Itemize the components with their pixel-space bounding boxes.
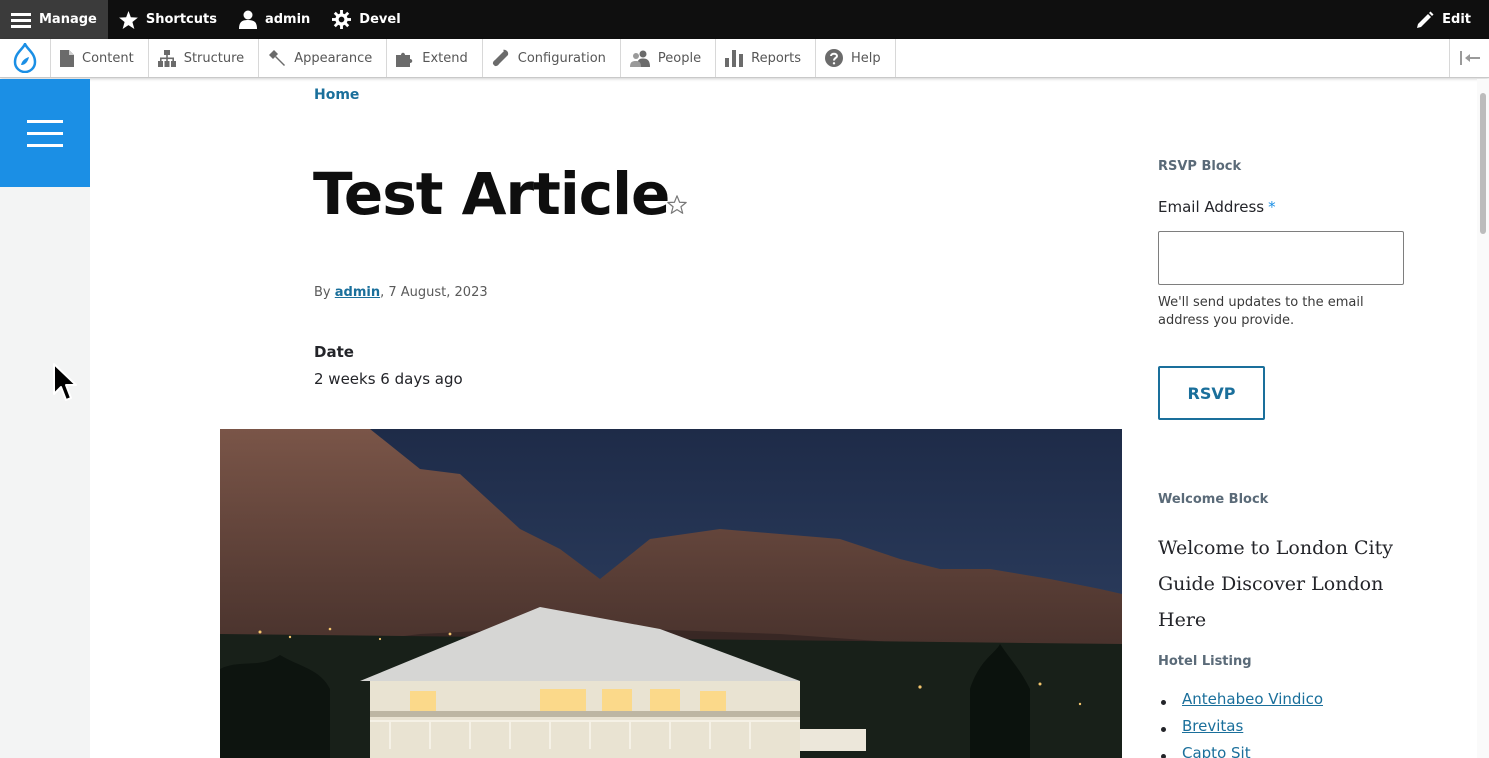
tray-item-label: Configuration — [517, 50, 606, 66]
drupal-drop-icon — [13, 43, 37, 73]
devel-button[interactable]: Devel — [321, 0, 411, 39]
tray-item-structure[interactable]: Structure — [149, 39, 260, 77]
article-byline: By admin, 7 August, 2023 — [314, 285, 488, 300]
edit-button[interactable]: Edit — [1405, 0, 1489, 39]
bar-chart-icon — [725, 49, 744, 67]
hotel-link[interactable]: Brevitas — [1182, 717, 1243, 735]
drupal-logo[interactable] — [0, 39, 51, 77]
author-link[interactable]: admin — [335, 285, 380, 300]
shortcuts-button[interactable]: Shortcuts — [108, 0, 228, 39]
list-item: Antehabeo Vindico — [1158, 690, 1323, 717]
pencil-icon — [1416, 11, 1434, 29]
byline-date: , 7 August, 2023 — [380, 285, 488, 300]
rsvp-button[interactable]: RSVP — [1158, 366, 1265, 420]
edit-label: Edit — [1442, 12, 1471, 27]
page-scrollbar[interactable] — [1477, 79, 1489, 758]
email-help-text: We'll send updates to the email address … — [1158, 295, 1364, 328]
email-field-label: Email Address * — [1158, 198, 1276, 216]
bookmark-star-icon[interactable] — [666, 194, 688, 216]
admin-tray: Content Structure Appearance Extend Conf… — [0, 39, 1489, 78]
tray-item-appearance[interactable]: Appearance — [259, 39, 388, 77]
hotel-link[interactable]: Capto Sit — [1182, 744, 1251, 758]
list-item: Capto Sit — [1158, 744, 1323, 758]
tray-item-reports[interactable]: Reports — [716, 39, 816, 77]
hotel-listing-title: Hotel Listing — [1158, 654, 1252, 669]
tray-item-label: Reports — [751, 50, 801, 66]
devel-label: Devel — [359, 12, 401, 27]
hamburger-icon — [11, 12, 31, 28]
breadcrumb-home[interactable]: Home — [314, 87, 359, 103]
user-icon — [238, 10, 257, 29]
paintbrush-icon — [268, 49, 286, 67]
tray-item-label: Content — [82, 50, 134, 66]
welcome-text: Welcome to London City Guide Discover Lo… — [1158, 537, 1393, 631]
hero-photo — [220, 429, 1122, 758]
tray-orientation-toggle[interactable] — [1449, 39, 1489, 77]
tray-item-content[interactable]: Content — [51, 39, 149, 77]
puzzle-icon — [396, 50, 414, 67]
email-label-text: Email Address — [1158, 198, 1265, 216]
gear-icon — [332, 10, 352, 29]
hotel-link[interactable]: Antehabeo Vindico — [1182, 690, 1323, 708]
wrench-icon — [492, 49, 510, 67]
user-label: admin — [264, 12, 311, 27]
email-input[interactable] — [1158, 231, 1404, 285]
tray-item-label: Structure — [183, 50, 245, 66]
scrollbar-thumb[interactable] — [1480, 93, 1486, 234]
article-hero-image — [220, 429, 1122, 758]
manage-button[interactable]: Manage — [0, 0, 108, 39]
help-icon — [825, 49, 843, 67]
date-field-value: 2 weeks 6 days ago — [314, 370, 463, 388]
required-marker: * — [1268, 198, 1276, 216]
tray-item-configuration[interactable]: Configuration — [483, 39, 621, 77]
star-icon — [118, 10, 138, 29]
tray-item-label: Appearance — [294, 50, 373, 66]
welcome-block-title: Welcome Block — [1158, 492, 1269, 507]
shortcuts-label: Shortcuts — [145, 12, 217, 27]
tray-item-help[interactable]: Help — [816, 39, 896, 77]
tray-item-people[interactable]: People — [621, 39, 717, 77]
tray-item-label: Extend — [422, 50, 468, 66]
date-field-label: Date — [314, 343, 354, 361]
people-icon — [629, 50, 650, 67]
tray-item-label: People — [657, 50, 702, 66]
main-menu-button[interactable] — [0, 79, 90, 187]
tray-item-label: Help — [851, 50, 881, 66]
admin-toolbar: Manage Shortcuts admin Devel Edit — [0, 0, 1489, 39]
list-item: Brevitas — [1158, 717, 1323, 744]
file-icon — [60, 49, 74, 67]
byline-prefix: By — [314, 285, 331, 300]
user-button[interactable]: admin — [228, 0, 321, 39]
sitemap-icon — [157, 49, 176, 67]
tray-item-extend[interactable]: Extend — [387, 39, 483, 77]
menu-icon — [27, 119, 63, 147]
hotel-list: Antehabeo Vindico Brevitas Capto Sit — [1158, 690, 1323, 758]
collapse-icon — [1459, 51, 1480, 65]
page-title: Test Article — [313, 160, 670, 228]
manage-label: Manage — [39, 12, 97, 27]
rsvp-block-title: RSVP Block — [1158, 159, 1242, 174]
